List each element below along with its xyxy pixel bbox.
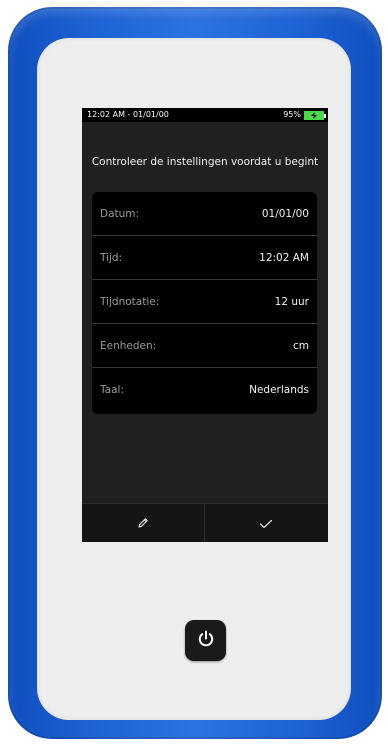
battery-percent: 95% <box>283 110 301 119</box>
settings-label: Datum: <box>100 208 140 220</box>
settings-label: Tijd: <box>100 252 123 264</box>
status-datetime: 12:02 AM - 01/01/00 <box>87 110 169 119</box>
settings-label: Eenheden: <box>100 340 157 352</box>
settings-value: 12:02 AM <box>259 252 309 264</box>
pencil-icon <box>137 514 149 533</box>
device-screen: 12:02 AM - 01/01/00 95% Controleer de in… <box>82 108 328 542</box>
settings-value: 12 uur <box>274 296 309 308</box>
status-bar: 12:02 AM - 01/01/00 95% <box>82 108 328 122</box>
settings-row-tijd[interactable]: Tijd: 12:02 AM <box>92 236 317 280</box>
settings-label: Taal: <box>100 384 124 396</box>
bottom-action-bar <box>82 503 328 542</box>
settings-prompt: Controleer de instellingen voordat u beg… <box>91 156 319 168</box>
settings-value: 01/01/00 <box>261 208 309 220</box>
settings-row-tijdnotatie[interactable]: Tijdnotatie: 12 uur <box>92 280 317 324</box>
settings-value: Nederlands <box>249 384 309 396</box>
settings-row-eenheden[interactable]: Eenheden: cm <box>92 324 317 368</box>
settings-row-taal[interactable]: Taal: Nederlands <box>92 368 317 412</box>
status-battery-group: 95% <box>283 108 326 122</box>
power-icon <box>196 629 216 653</box>
settings-label: Tijdnotatie: <box>100 296 160 308</box>
power-button[interactable] <box>185 620 226 661</box>
confirm-button[interactable] <box>205 504 327 542</box>
settings-value: cm <box>292 340 309 352</box>
settings-card: Datum: 01/01/00 Tijd: 12:02 AM Tijdnotat… <box>92 192 317 414</box>
checkmark-icon <box>259 514 273 533</box>
edit-button[interactable] <box>82 504 205 542</box>
settings-row-datum[interactable]: Datum: 01/01/00 <box>92 192 317 236</box>
battery-charging-icon <box>304 110 326 120</box>
